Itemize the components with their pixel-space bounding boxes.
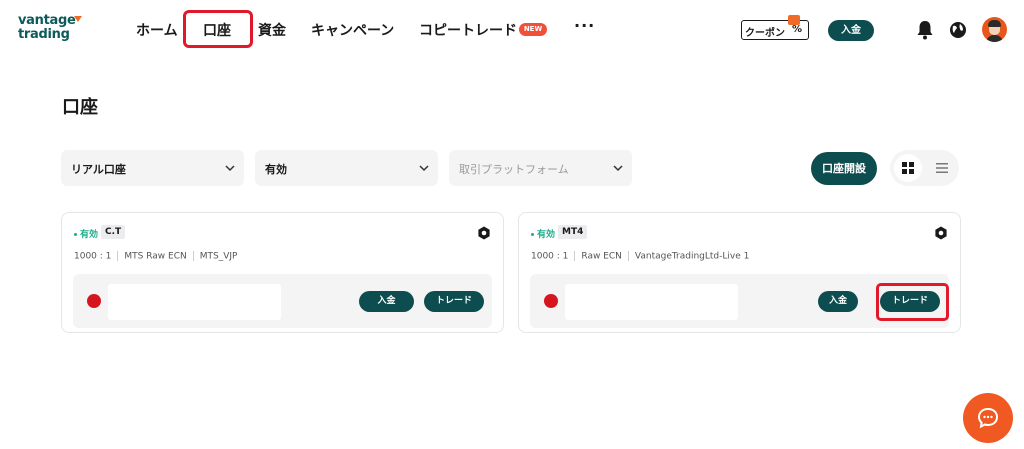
nav-item-copy-trade[interactable]: コピートレード (419, 20, 517, 40)
gift-icon (788, 15, 800, 25)
new-badge: NEW (519, 23, 547, 36)
nav-item-home[interactable]: ホーム (136, 20, 178, 40)
status-label: 有効 (537, 230, 556, 240)
chat-support-button[interactable] (963, 393, 1013, 443)
status-dot-icon (74, 233, 77, 236)
platform-badge: MT4 (558, 225, 588, 239)
avatar[interactable] (982, 17, 1007, 42)
meta-divider (117, 251, 119, 261)
status-select[interactable]: 有効 (255, 150, 438, 186)
account-meta: 1000 : 1 MTS Raw ECN MTS_VJP (74, 251, 237, 262)
status-dot-icon (531, 233, 534, 236)
avatar-body (986, 35, 1003, 42)
deposit-button[interactable]: 入金 (359, 291, 414, 312)
deposit-button[interactable]: 入金 (818, 291, 858, 312)
logo-text-line2: trading (18, 27, 70, 42)
vantage-logo[interactable]: vantage trading (18, 13, 98, 45)
account-name-field (108, 284, 281, 320)
list-icon (936, 163, 948, 173)
open-account-button[interactable]: 口座開設 (811, 152, 877, 185)
platform-select[interactable]: 取引プラットフォーム (449, 150, 632, 186)
page-title: 口座 (62, 97, 98, 118)
account-nav-highlight (183, 10, 253, 48)
nav-item-funds[interactable]: 資金 (258, 20, 286, 40)
bell-icon[interactable] (916, 20, 934, 40)
account-meta: 1000 : 1 Raw ECN VantageTradingLtd-Live 1 (531, 251, 749, 262)
chat-bubble-icon (977, 407, 999, 429)
account-type-text: MTS Raw ECN (124, 251, 187, 262)
grid-icon (902, 162, 914, 174)
header-deposit-button[interactable]: 入金 (828, 20, 874, 41)
leverage-text: 1000 : 1 (531, 251, 569, 262)
gear-icon[interactable] (477, 226, 491, 240)
platform-badge: C.T (101, 225, 126, 239)
account-card: 有効 C.T 1000 : 1 MTS Raw ECN MTS_VJP 入金 トレー… (61, 212, 504, 333)
nav-item-campaign[interactable]: キャンペーン (311, 20, 394, 40)
logo-triangle-icon (74, 16, 82, 22)
view-toggle (890, 150, 959, 186)
meta-divider (574, 251, 576, 261)
account-type-text: Raw ECN (581, 251, 622, 262)
status-badge: 有効 (74, 227, 98, 240)
logo-text-line1: vantage (18, 13, 76, 28)
trade-button[interactable]: トレード (424, 291, 484, 312)
account-type-select[interactable]: リアル口座 (61, 150, 244, 186)
account-name-field (565, 284, 738, 320)
list-view-button[interactable] (928, 154, 956, 182)
account-type-value: リアル口座 (71, 163, 126, 176)
japan-flag-icon (87, 294, 101, 308)
chevron-down-icon (225, 165, 235, 172)
meta-divider (627, 251, 629, 261)
top-header: vantage trading ホーム 口座 資金 キャンペーン コピートレード… (0, 0, 1024, 60)
chevron-down-icon (419, 165, 429, 172)
meta-divider (192, 251, 194, 261)
globe-icon[interactable] (949, 21, 967, 39)
trade-button-highlight (876, 283, 949, 321)
chevron-down-icon (613, 165, 623, 172)
avatar-hair (988, 20, 1001, 27)
leverage-text: 1000 : 1 (74, 251, 112, 262)
coupon-percent-label: % (792, 24, 803, 35)
more-menu-icon[interactable]: ··· (574, 16, 595, 35)
server-text: VantageTradingLtd-Live 1 (634, 251, 750, 262)
status-value: 有効 (265, 163, 287, 176)
japan-flag-icon (544, 294, 558, 308)
platform-placeholder: 取引プラットフォーム (459, 163, 569, 176)
server-text: MTS_VJP (199, 251, 238, 262)
gear-icon[interactable] (934, 226, 948, 240)
status-label: 有効 (80, 230, 99, 240)
coupon-label: クーポン (745, 28, 785, 39)
account-row: 入金 トレード (73, 274, 492, 328)
grid-view-button[interactable] (894, 154, 922, 182)
status-badge: 有効 (531, 227, 555, 240)
